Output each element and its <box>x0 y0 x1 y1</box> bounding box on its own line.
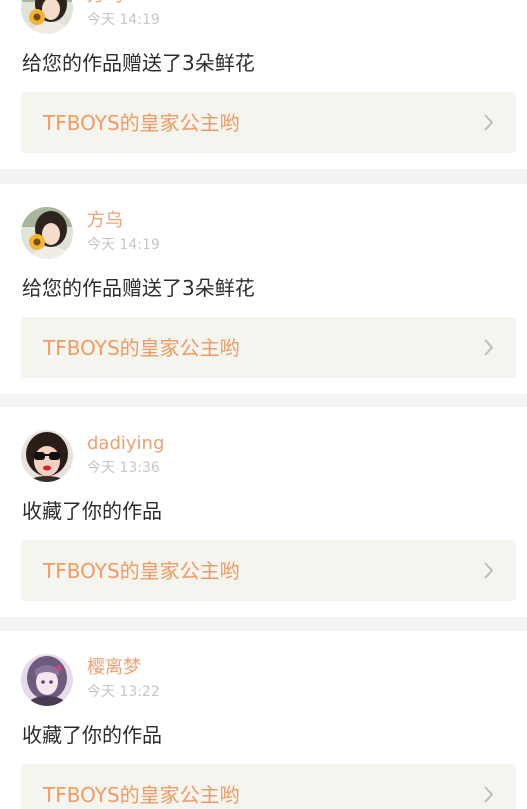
work-title: TFBOYS的皇家公主哟 <box>43 559 240 583</box>
notification-message: 收藏了你的作品 <box>22 723 162 747</box>
work-link[interactable]: TFBOYS的皇家公主哟 <box>21 540 516 601</box>
user-avatar[interactable] <box>21 654 73 706</box>
notification-message: 收藏了你的作品 <box>22 499 162 523</box>
girl-with-sunflower-avatar <box>21 207 73 259</box>
timestamp: 今天 14:19 <box>87 12 160 28</box>
girl-with-sunflower-avatar <box>21 0 73 34</box>
work-title: TFBOYS的皇家公主哟 <box>43 111 240 135</box>
notification-card: dadiying 今天 13:36 收藏了你的作品 TFBOYS的皇家公主哟 <box>0 407 527 617</box>
username[interactable]: 方乌 <box>87 210 123 232</box>
notification-card: 樱离梦 今天 13:22 收藏了你的作品 TFBOYS的皇家公主哟 <box>0 631 527 809</box>
chevron-right-icon <box>484 339 493 356</box>
user-avatar[interactable] <box>21 430 73 482</box>
timestamp: 今天 13:22 <box>87 684 160 700</box>
chevron-right-icon <box>484 114 493 131</box>
work-link[interactable]: TFBOYS的皇家公主哟 <box>21 92 516 153</box>
notification-message: 给您的作品赠送了3朵鲜花 <box>22 51 255 75</box>
user-avatar[interactable] <box>21 207 73 259</box>
timestamp: 今天 13:36 <box>87 460 160 476</box>
username[interactable]: 方乌 <box>87 0 123 7</box>
notification-card: 方乌 今天 14:19 给您的作品赠送了3朵鲜花 TFBOYS的皇家公主哟 <box>0 184 527 394</box>
user-avatar[interactable] <box>21 0 73 34</box>
chevron-right-icon <box>484 562 493 579</box>
timestamp: 今天 14:19 <box>87 237 160 253</box>
username[interactable]: dadiying <box>87 433 164 455</box>
chevron-right-icon <box>484 786 493 803</box>
notification-card: 方乌 今天 14:19 给您的作品赠送了3朵鲜花 TFBOYS的皇家公主哟 <box>0 0 527 169</box>
work-title: TFBOYS的皇家公主哟 <box>43 336 240 360</box>
anime-girl-avatar <box>21 654 73 706</box>
work-link[interactable]: TFBOYS的皇家公主哟 <box>21 764 516 809</box>
username[interactable]: 樱离梦 <box>87 657 141 679</box>
girl-with-sunglasses-avatar <box>21 430 73 482</box>
work-link[interactable]: TFBOYS的皇家公主哟 <box>21 317 516 378</box>
work-title: TFBOYS的皇家公主哟 <box>43 783 240 807</box>
notification-message: 给您的作品赠送了3朵鲜花 <box>22 276 255 300</box>
notification-feed[interactable]: 方乌 今天 14:19 给您的作品赠送了3朵鲜花 TFBOYS的皇家公主哟 方乌… <box>0 0 527 809</box>
